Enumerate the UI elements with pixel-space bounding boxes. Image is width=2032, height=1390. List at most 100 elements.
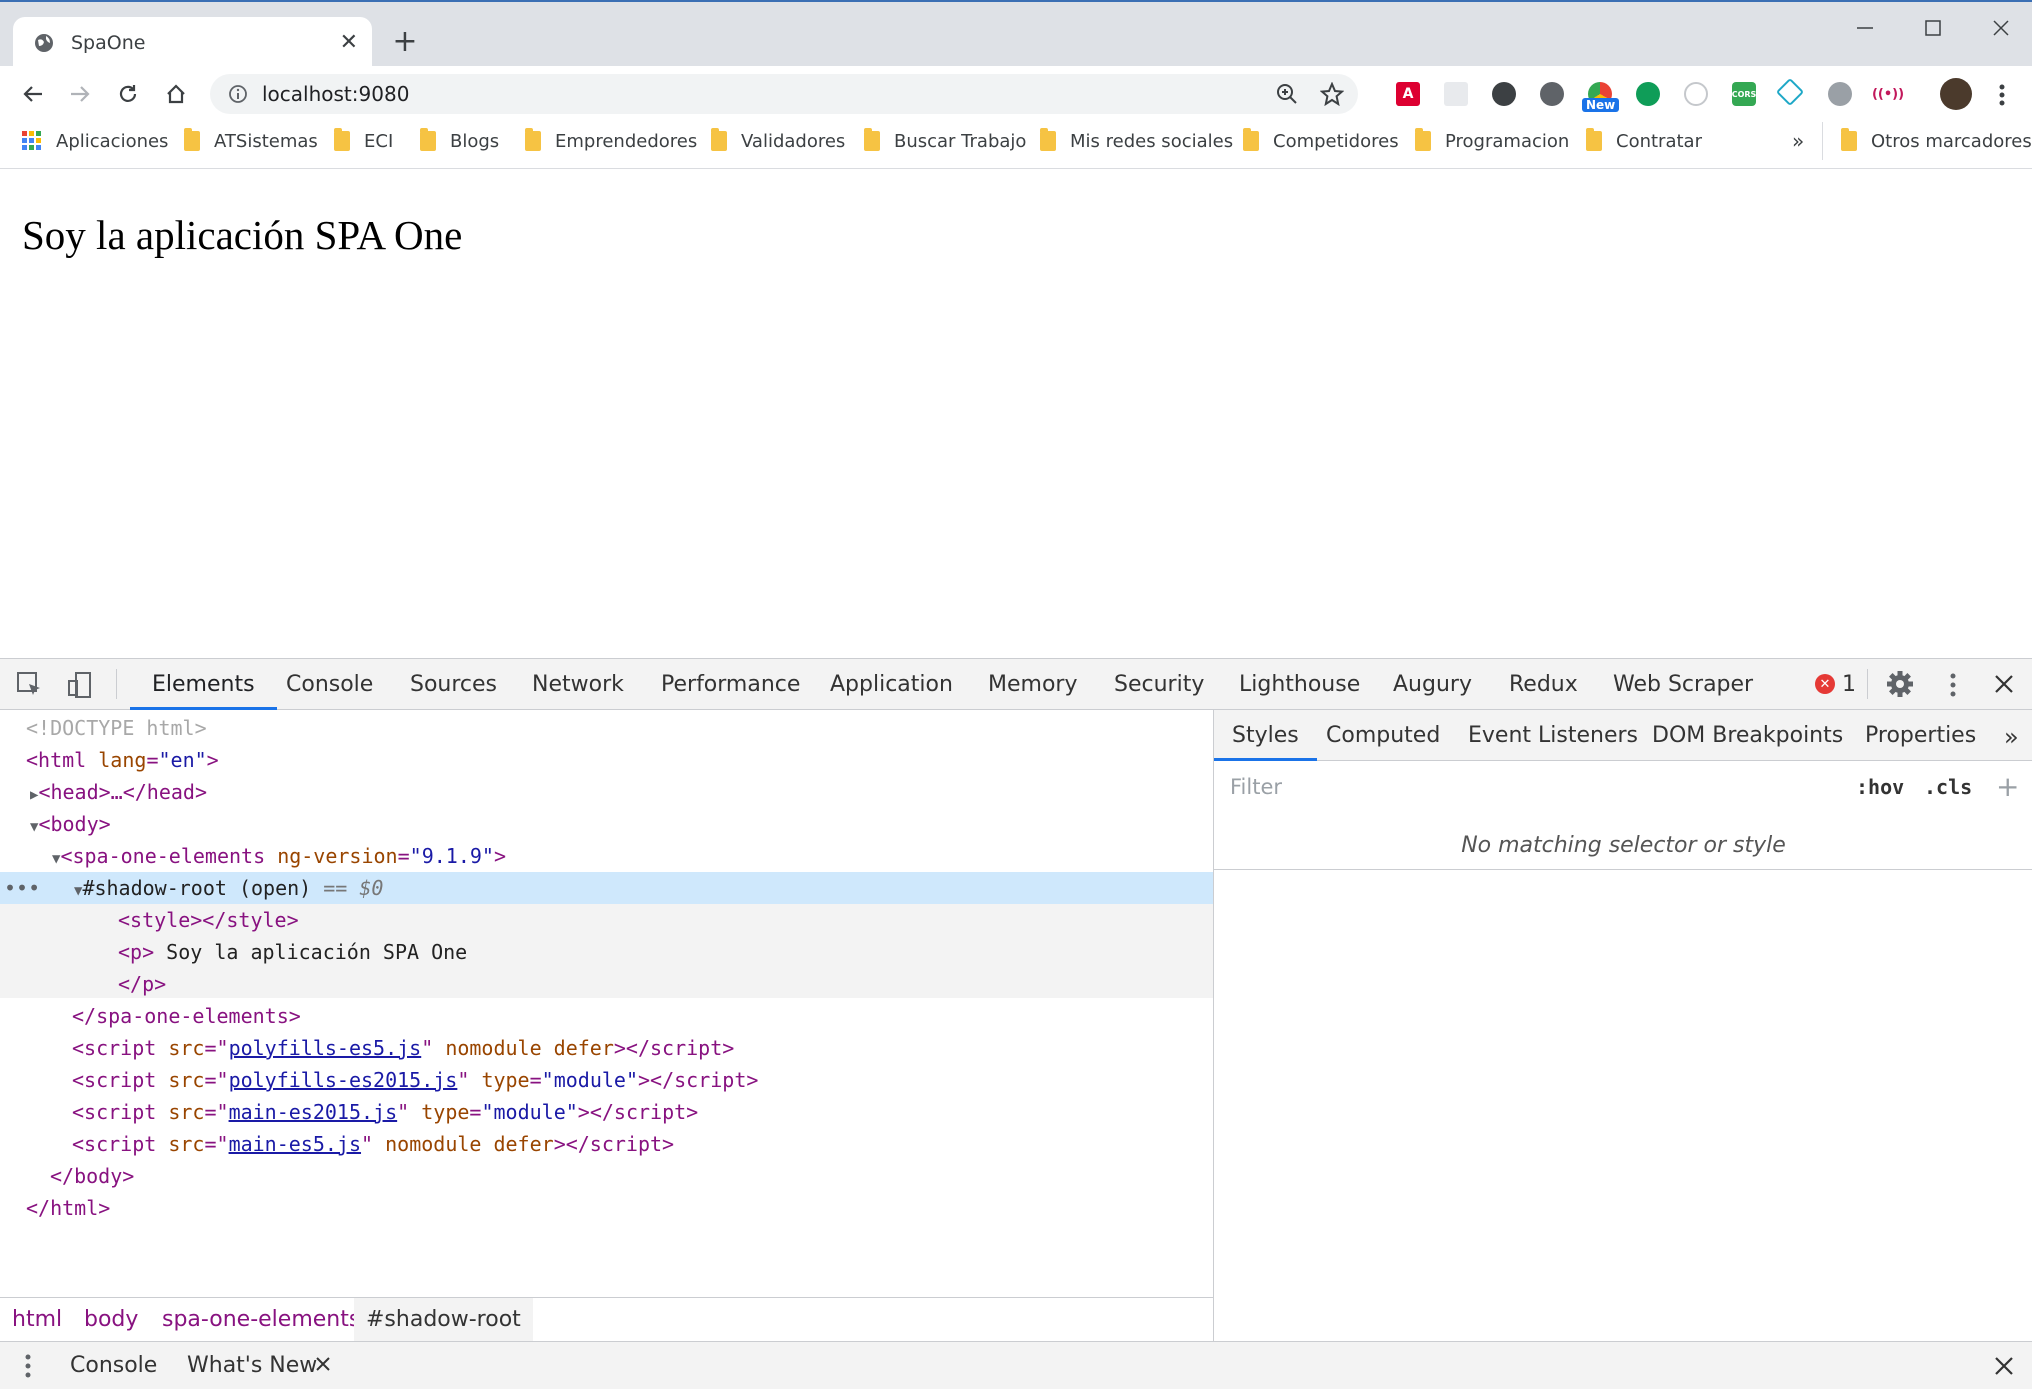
- tree-node-body-close[interactable]: </body>: [0, 1160, 1213, 1192]
- reload-icon[interactable]: [110, 76, 146, 112]
- hov-button[interactable]: :hov: [1856, 768, 1904, 806]
- bookmark-folder[interactable]: Contratar: [1586, 122, 1702, 160]
- bookmark-folder[interactable]: Blogs: [420, 122, 499, 160]
- tree-node-script[interactable]: <script src="polyfills-es2015.js" type="…: [0, 1064, 1213, 1096]
- tree-node-script[interactable]: <script src="main-es2015.js" type="modul…: [0, 1096, 1213, 1128]
- tab-redux[interactable]: Redux: [1509, 659, 1578, 710]
- tree-node-doctype[interactable]: <!DOCTYPE html>: [0, 712, 1213, 744]
- menu-kebab-icon[interactable]: [1990, 80, 2014, 110]
- close-tab-icon[interactable]: ✕: [340, 30, 358, 55]
- maximize-button[interactable]: [1898, 10, 1968, 46]
- avatar[interactable]: [1940, 78, 1972, 110]
- breadcrumb-body[interactable]: body: [72, 1298, 150, 1342]
- more-options-icon[interactable]: [1950, 673, 1956, 697]
- tag-name: <body>: [38, 812, 111, 836]
- elements-tree[interactable]: <!DOCTYPE html> <html lang="en"> ▶<head>…: [0, 710, 1213, 1295]
- overflow-chevron-icon[interactable]: »: [2004, 723, 2019, 751]
- close-window-button[interactable]: [1966, 10, 2032, 46]
- other-bookmarks[interactable]: Otros marcadores: [1822, 122, 2032, 160]
- extension-icon[interactable]: [1775, 77, 1805, 107]
- new-tab-button[interactable]: +: [390, 27, 420, 57]
- tree-node-script[interactable]: <script src="main-es5.js" nomodule defer…: [0, 1128, 1213, 1160]
- tab-computed[interactable]: Computed: [1326, 710, 1440, 761]
- bookmark-folder[interactable]: ATSistemas: [184, 122, 318, 160]
- close-tab-icon[interactable]: [316, 1357, 330, 1371]
- tab-augury[interactable]: Augury: [1393, 659, 1472, 710]
- tab-styles[interactable]: Styles: [1214, 710, 1317, 761]
- bookmark-folder[interactable]: Mis redes sociales: [1040, 122, 1233, 160]
- extension-icon[interactable]: [1684, 82, 1708, 106]
- tab-application[interactable]: Application: [830, 659, 953, 710]
- drawer-tab-whats-new[interactable]: What's New: [187, 1342, 317, 1390]
- tab-properties[interactable]: Properties: [1865, 710, 1976, 761]
- cls-button[interactable]: .cls: [1924, 768, 1972, 806]
- device-toolbar-icon[interactable]: [66, 671, 94, 699]
- bookmark-folder[interactable]: Validadores: [711, 122, 845, 160]
- drawer-tab-console[interactable]: Console: [70, 1342, 157, 1390]
- bookmark-folder[interactable]: Programacion: [1415, 122, 1569, 160]
- bookmarks-overflow-button[interactable]: »: [1792, 122, 1804, 160]
- tree-node-script[interactable]: <script src="polyfills-es5.js" nomodule …: [0, 1032, 1213, 1064]
- tab-elements[interactable]: Elements: [130, 659, 277, 710]
- cors-extension-icon[interactable]: CORS: [1732, 82, 1756, 106]
- browser-tab[interactable]: SpaOne ✕: [13, 17, 372, 68]
- styles-filter-input[interactable]: Filter: [1220, 768, 1840, 806]
- tab-console[interactable]: Console: [286, 659, 373, 710]
- extension-icon[interactable]: [1540, 82, 1564, 106]
- tab-event-listeners[interactable]: Event Listeners: [1468, 710, 1638, 761]
- drawer-menu-icon[interactable]: [25, 1354, 31, 1378]
- tree-node-head[interactable]: ▶<head>…</head>: [0, 776, 1213, 808]
- tree-node-shadow-root[interactable]: ••• ▼#shadow-root (open) == $0: [0, 872, 1213, 904]
- tree-node-body[interactable]: ▼<body>: [0, 808, 1213, 840]
- tree-node-p[interactable]: <p> Soy la aplicación SPA One: [0, 936, 1213, 968]
- back-arrow-icon[interactable]: [15, 76, 51, 112]
- address-bar[interactable]: localhost:9080: [210, 74, 1358, 114]
- inspect-element-icon[interactable]: [16, 671, 44, 699]
- tab-web-scraper[interactable]: Web Scraper: [1613, 659, 1753, 710]
- tab-memory[interactable]: Memory: [988, 659, 1077, 710]
- error-count[interactable]: 1: [1842, 659, 1856, 710]
- chat-extension-icon[interactable]: [1636, 82, 1660, 106]
- error-icon[interactable]: ✕: [1815, 674, 1835, 694]
- bookmark-star-icon[interactable]: [1320, 82, 1344, 106]
- tab-network[interactable]: Network: [532, 659, 624, 710]
- globe-extension-icon[interactable]: [1828, 82, 1852, 106]
- breadcrumb-shadow-root[interactable]: #shadow-root: [354, 1298, 533, 1342]
- bookmark-folder[interactable]: Competidores: [1243, 122, 1399, 160]
- broadcast-extension-icon[interactable]: ((•)): [1872, 82, 1904, 106]
- info-icon[interactable]: [228, 84, 248, 104]
- bookmark-apps[interactable]: Aplicaciones: [22, 122, 168, 160]
- ellipsis-icon[interactable]: •••: [4, 872, 40, 904]
- script-src-link[interactable]: main-es5.js: [229, 1132, 361, 1156]
- tree-node-html[interactable]: <html lang="en">: [0, 744, 1213, 776]
- breadcrumb-spa-one-elements[interactable]: spa-one-elements: [150, 1298, 372, 1342]
- close-devtools-icon[interactable]: [1994, 674, 2014, 694]
- script-src-link[interactable]: main-es2015.js: [229, 1100, 398, 1124]
- tab-lighthouse[interactable]: Lighthouse: [1239, 659, 1360, 710]
- tree-node-p-close[interactable]: </p>: [0, 968, 1213, 998]
- tab-performance[interactable]: Performance: [661, 659, 800, 710]
- close-drawer-icon[interactable]: [1994, 1356, 2014, 1376]
- forward-arrow-icon[interactable]: [62, 76, 98, 112]
- bookmark-folder[interactable]: Buscar Trabajo: [864, 122, 1026, 160]
- tab-security[interactable]: Security: [1114, 659, 1204, 710]
- tree-node-spa-close[interactable]: </spa-one-elements>: [0, 1000, 1213, 1032]
- breadcrumb-html[interactable]: html: [0, 1298, 74, 1342]
- tab-sources[interactable]: Sources: [410, 659, 497, 710]
- tab-dom-breakpoints[interactable]: DOM Breakpoints: [1652, 710, 1843, 761]
- home-icon[interactable]: [158, 76, 194, 112]
- minimize-button[interactable]: [1830, 10, 1900, 46]
- dark-mode-extension-icon[interactable]: [1492, 82, 1516, 106]
- zoom-icon[interactable]: [1276, 83, 1298, 105]
- add-rule-icon[interactable]: +: [1996, 770, 2019, 803]
- bookmark-folder[interactable]: Emprendedores: [525, 122, 697, 160]
- settings-gear-icon[interactable]: [1886, 670, 1914, 698]
- extension-icon[interactable]: [1444, 82, 1468, 106]
- script-src-link[interactable]: polyfills-es5.js: [229, 1036, 422, 1060]
- tree-node-spa-one-elements[interactable]: ▼<spa-one-elements ng-version="9.1.9">: [0, 840, 1213, 872]
- angular-extension-icon[interactable]: A: [1396, 82, 1420, 106]
- bookmark-folder[interactable]: ECI: [334, 122, 393, 160]
- tree-node-style[interactable]: <style></style>: [0, 904, 1213, 936]
- tree-node-html-close[interactable]: </html>: [0, 1192, 1213, 1224]
- script-src-link[interactable]: polyfills-es2015.js: [229, 1068, 458, 1092]
